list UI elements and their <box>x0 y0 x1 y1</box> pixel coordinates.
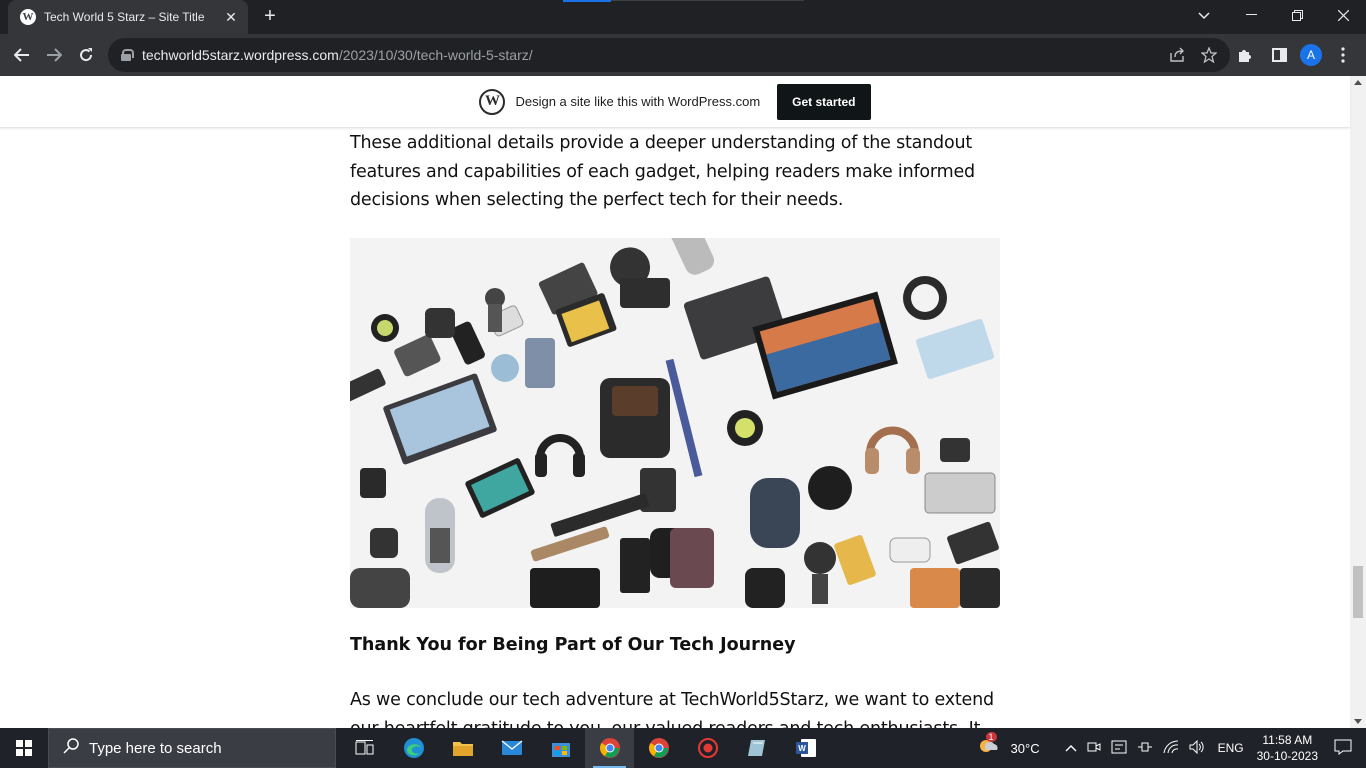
volume-icon[interactable] <box>1189 739 1205 757</box>
browser-toolbar: techworld5starz.wordpress.com/2023/10/30… <box>0 34 1366 76</box>
scroll-down-arrow-icon[interactable] <box>1354 719 1362 724</box>
gadgets-image <box>350 238 1000 608</box>
extensions-puzzle-icon[interactable] <box>1232 42 1258 68</box>
reload-icon[interactable] <box>70 39 102 71</box>
title-accent <box>563 0 611 2</box>
scroll-up-arrow-icon[interactable] <box>1354 80 1362 85</box>
screen-recorder-icon[interactable] <box>683 728 732 768</box>
language-indicator[interactable]: ENG <box>1218 741 1244 755</box>
word-icon[interactable]: W <box>781 728 830 768</box>
section-heading: Thank You for Being Part of Our Tech Jou… <box>350 635 796 655</box>
profile-avatar[interactable]: A <box>1300 44 1322 66</box>
url-host: techworld5starz.wordpress.com <box>142 47 339 63</box>
minimize-icon[interactable] <box>1228 0 1274 30</box>
chrome-icon-active[interactable] <box>585 728 634 768</box>
article-paragraph-2: As we conclude our tech adventure at Tec… <box>350 690 994 728</box>
url-path: /2023/10/30/tech-world-5-starz/ <box>338 47 533 63</box>
mail-icon[interactable] <box>487 728 536 768</box>
article-paragraph: These additional details provide a deepe… <box>350 133 975 210</box>
notification-icon[interactable] <box>1334 739 1352 758</box>
weather-badge: 1 <box>985 731 997 742</box>
search-icon <box>63 737 79 759</box>
wordpress-tab-icon: W <box>20 9 36 25</box>
get-started-button[interactable]: Get started <box>777 83 871 120</box>
scrollbar-thumb[interactable] <box>1353 566 1363 618</box>
tab-close-icon[interactable]: ✕ <box>220 9 242 26</box>
tab-title: Tech World 5 Starz – Site Title <box>44 10 205 24</box>
power-plug-icon[interactable] <box>1137 740 1153 757</box>
bookmark-star-icon[interactable] <box>1198 45 1220 65</box>
tray-app-icon[interactable] <box>1111 740 1127 757</box>
title-accent-line <box>611 0 804 1</box>
weather-icon[interactable]: 1 <box>977 731 1001 760</box>
show-hidden-icons-icon[interactable] <box>1065 741 1077 755</box>
windows-logo-icon <box>16 740 32 756</box>
browser-title-bar: W Tech World 5 Starz – Site Title ✕ + <box>0 0 1366 34</box>
lock-icon[interactable] <box>120 49 134 61</box>
store-icon[interactable] <box>536 728 585 768</box>
system-tray: 1 30°C ENG 11:58 AM 30-10-2023 <box>972 728 1366 768</box>
close-window-icon[interactable] <box>1320 0 1366 30</box>
clock-time: 11:58 AM <box>1262 733 1313 747</box>
wordpress-banner: W Design a site like this with WordPress… <box>0 76 1350 128</box>
side-panel-icon[interactable] <box>1266 42 1292 68</box>
restore-icon[interactable] <box>1274 0 1320 30</box>
browser-tab[interactable]: W Tech World 5 Starz – Site Title ✕ <box>8 0 248 34</box>
banner-text[interactable]: Design a site like this with WordPress.c… <box>515 94 760 109</box>
svg-text:W: W <box>798 744 806 753</box>
address-bar[interactable]: techworld5starz.wordpress.com/2023/10/30… <box>108 38 1230 72</box>
notes-app-icon[interactable] <box>732 728 781 768</box>
start-button[interactable] <box>0 728 48 768</box>
meet-now-icon[interactable] <box>1087 740 1101 757</box>
page-scrollbar[interactable] <box>1350 76 1366 728</box>
task-view-icon[interactable] <box>340 728 389 768</box>
article-content: These additional details provide a deepe… <box>0 128 1350 728</box>
taskbar-search-box[interactable]: Type here to search <box>48 728 336 768</box>
edge-browser-icon[interactable] <box>389 728 438 768</box>
windows-taskbar: Type here to search W 1 30°C ENG 11:58 A… <box>0 728 1366 768</box>
file-explorer-icon[interactable] <box>438 728 487 768</box>
system-clock[interactable]: 11:58 AM 30-10-2023 <box>1257 732 1318 764</box>
chrome-profile-icon[interactable] <box>634 728 683 768</box>
wordpress-logo-icon[interactable]: W <box>479 88 506 115</box>
search-placeholder: Type here to search <box>89 739 222 757</box>
temperature[interactable]: 30°C <box>1011 741 1040 756</box>
back-icon[interactable] <box>6 39 38 71</box>
forward-icon[interactable] <box>38 39 70 71</box>
share-icon[interactable] <box>1166 45 1188 65</box>
tab-search-chevron-icon[interactable] <box>1192 5 1216 27</box>
more-menu-icon[interactable] <box>1330 42 1356 68</box>
new-tab-icon[interactable]: + <box>258 5 282 29</box>
wifi-icon[interactable] <box>1163 739 1179 757</box>
clock-date: 30-10-2023 <box>1256 749 1318 763</box>
